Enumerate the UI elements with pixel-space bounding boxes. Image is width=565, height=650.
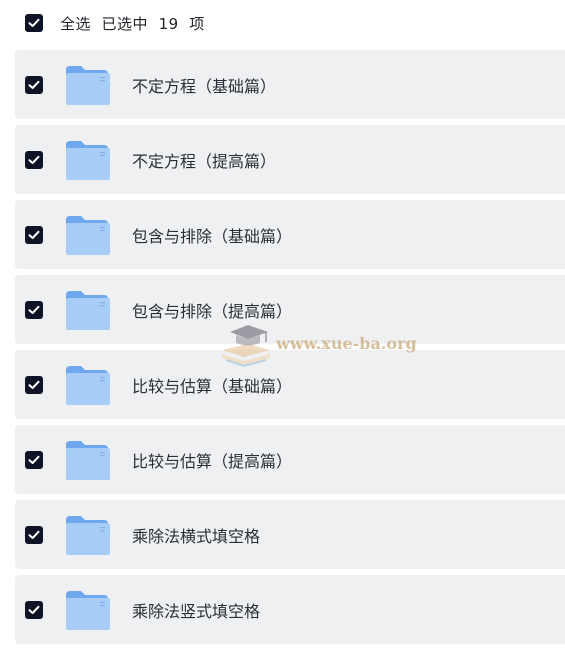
list-item[interactable]: 乘除法横式填空格 xyxy=(15,500,565,569)
item-checkbox[interactable] xyxy=(25,225,43,244)
folder-icon xyxy=(64,64,110,106)
item-checkbox[interactable] xyxy=(25,150,43,169)
item-checkbox[interactable] xyxy=(25,375,43,394)
checkmark-icon xyxy=(28,18,40,27)
list-item[interactable]: 包含与排除（提高篇） xyxy=(15,275,565,344)
select-all-checkbox[interactable] xyxy=(25,14,43,32)
checkmark-icon xyxy=(28,455,40,464)
folder-name: 乘除法横式填空格 xyxy=(132,526,261,546)
list-item[interactable]: 乘除法竖式填空格 xyxy=(15,575,565,644)
item-checkbox[interactable] xyxy=(25,450,43,469)
folder-icon xyxy=(64,589,110,631)
checkmark-icon xyxy=(28,605,40,614)
folder-name: 不定方程（提高篇） xyxy=(132,151,277,171)
item-checkbox[interactable] xyxy=(25,525,43,544)
folder-icon xyxy=(64,139,110,181)
checkmark-icon xyxy=(28,380,40,389)
list-item[interactable]: 比较与估算（提高篇） xyxy=(15,425,565,494)
folder-name: 包含与排除（提高篇） xyxy=(132,301,293,321)
folder-name: 包含与排除（基础篇） xyxy=(132,226,293,246)
list-item[interactable]: 不定方程（提高篇） xyxy=(15,125,565,194)
item-checkbox[interactable] xyxy=(25,300,43,319)
folder-list: 不定方程（基础篇） 不定方程（提高篇） 包含与排除（基础篇） 包含与排除（提高篇… xyxy=(15,50,565,650)
folder-name: 比较与估算（基础篇） xyxy=(132,376,293,396)
checkmark-icon xyxy=(28,530,40,539)
folder-name: 比较与估算（提高篇） xyxy=(132,451,293,471)
list-item[interactable]: 比较与估算（基础篇） xyxy=(15,350,565,419)
list-item[interactable]: 不定方程（基础篇） xyxy=(15,50,565,119)
select-all-bar: 全选 已选中 19 项 xyxy=(0,0,565,46)
checkmark-icon xyxy=(28,230,40,239)
folder-icon xyxy=(64,364,110,406)
checkmark-icon xyxy=(28,80,40,89)
selection-count-label: 全选 已选中 19 项 xyxy=(60,14,205,33)
folder-icon xyxy=(64,214,110,256)
item-checkbox[interactable] xyxy=(25,600,43,619)
list-item[interactable]: 包含与排除（基础篇） xyxy=(15,200,565,269)
item-checkbox[interactable] xyxy=(25,75,43,94)
folder-name: 不定方程（基础篇） xyxy=(132,76,277,96)
checkmark-icon xyxy=(28,155,40,164)
folder-icon xyxy=(64,439,110,481)
checkmark-icon xyxy=(28,305,40,314)
folder-name: 乘除法竖式填空格 xyxy=(132,601,261,621)
folder-icon xyxy=(64,289,110,331)
folder-icon xyxy=(64,514,110,556)
